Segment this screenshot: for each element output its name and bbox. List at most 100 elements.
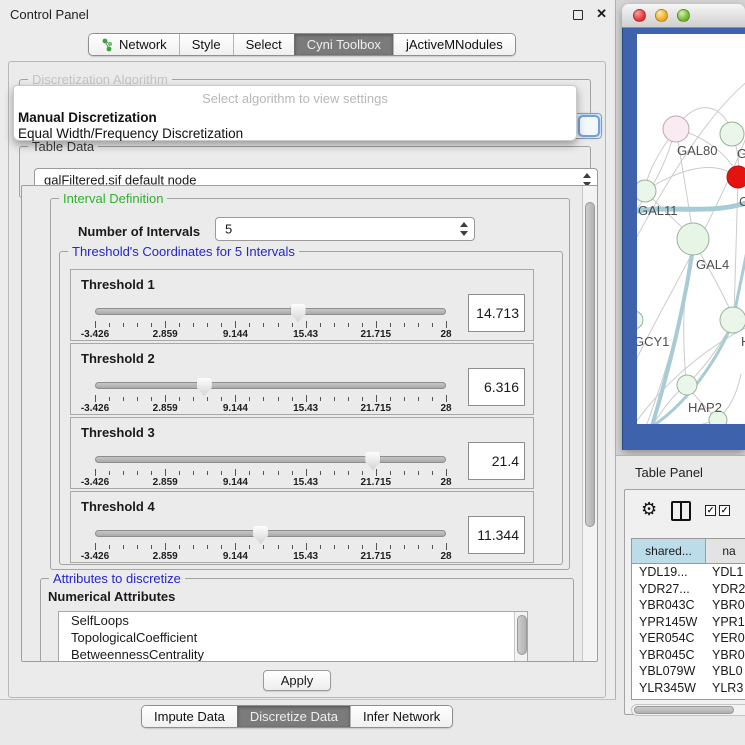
threshold-slider[interactable]: -3.4262.8599.14415.4321.71528 [95,304,446,342]
tab-discretize-data[interactable]: Discretize Data [237,706,350,727]
attributes-list-scrollbar[interactable] [514,612,527,662]
threshold-slider[interactable]: -3.4262.8599.14415.4321.71528 [95,526,446,564]
threshold-label: Threshold 3 [81,425,155,440]
checkbox-icon[interactable]: ✓ [705,505,716,516]
close-icon[interactable]: ✕ [596,6,607,22]
threshold-panel: Threshold 1 -3.4262.8599.14415.4321.71528… [70,269,534,341]
scrollbar-thumb[interactable] [517,615,527,655]
number-of-intervals-combobox[interactable]: 5 [215,217,475,241]
threshold-label: Threshold 1 [81,277,155,292]
slider-thumb[interactable] [253,526,268,544]
gear-icon[interactable]: ⚙ [641,499,657,520]
number-of-intervals-label: Number of Intervals [78,224,200,239]
table-cell: YPR145W [632,614,706,631]
table-row[interactable]: YBR043CYBR0 [632,597,745,614]
settings-vertical-scrollbar[interactable] [582,186,597,661]
attribute-item[interactable]: BetweennessCentrality [59,646,527,662]
table-row[interactable]: YIL052CYIL0 [632,696,745,700]
combobox-stepper-icon[interactable] [458,221,470,237]
network-canvas[interactable]: GAL80GAGAL11CGAL4GCY1HHAP2 [637,34,745,424]
network-node[interactable] [637,311,643,329]
column-header-name[interactable]: na [706,539,745,563]
slider-track[interactable] [95,530,446,537]
table-row[interactable]: YPR145WYPR1 [632,614,745,631]
table-row[interactable]: YER054CYER0 [632,630,745,647]
threshold-value-input[interactable]: 14.713 [468,294,525,332]
attributes-to-discretize-group: Attributes to discretize Numerical Attri… [40,578,574,662]
table-cell: YLR345W [632,680,706,697]
table-row[interactable]: YDR27...YDR2 [632,581,745,598]
tab-cyni-toolbox[interactable]: Cyni Toolbox [294,34,393,55]
algorithm-option-equal-width[interactable]: Equal Width/Frequency Discretization [18,126,572,141]
tab-style[interactable]: Style [179,34,233,55]
table-row[interactable]: YBL079WYBL0 [632,663,745,680]
table-cell: YER0 [706,630,745,647]
slider-thumb[interactable] [365,452,380,470]
network-node[interactable] [663,116,689,142]
threshold-slider[interactable]: -3.4262.8599.14415.4321.71528 [95,378,446,416]
table-row[interactable]: YBR045CYBR0 [632,647,745,664]
algorithm-placeholder: Select algorithm to view settings [14,91,576,106]
table-row[interactable]: YLR345WYLR3 [632,680,745,697]
network-node[interactable] [720,307,745,333]
numerical-attributes-label: Numerical Attributes [48,589,175,604]
tab-jactivemnodules-label: jActiveMNodules [406,34,503,55]
tab-network[interactable]: Network [89,34,179,55]
minimize-traffic-light[interactable] [655,9,668,22]
network-node-label: GAL80 [677,143,717,158]
threshold-slider[interactable]: -3.4262.8599.14415.4321.71528 [95,452,446,490]
slider-ticks [95,321,446,329]
threshold-value-input[interactable]: 11.344 [468,516,525,554]
checkbox-icon[interactable]: ✓ [719,505,730,516]
attribute-item[interactable]: TopologicalCoefficient [59,629,527,646]
tab-select[interactable]: Select [233,34,294,55]
network-node-label: GA [737,146,745,161]
tab-impute-data[interactable]: Impute Data [142,706,237,727]
network-node[interactable] [720,122,744,146]
slider-track[interactable] [95,456,446,463]
window-title: Control Panel [10,7,89,22]
network-icon [101,38,114,52]
scrollbar-thumb[interactable] [585,202,595,527]
table-data-group-title: Table Data [28,139,98,154]
algorithm-option-manual[interactable]: Manual Discretization [18,110,572,125]
network-node[interactable] [677,375,697,395]
tab-network-label: Network [119,34,167,55]
column-header-shared[interactable]: shared... [632,539,706,563]
slider-tick-labels: -3.4262.8599.14415.4321.71528 [95,551,446,563]
attribute-item[interactable]: SelfLoops [59,612,527,629]
threshold-value-input[interactable]: 6.316 [468,368,525,406]
split-table-icon[interactable] [671,501,691,521]
top-tabbar: Network Style Select Cyni Toolbox jActiv… [88,33,516,56]
network-node[interactable] [727,166,745,188]
number-of-intervals-value: 5 [225,222,232,237]
slider-thumb[interactable] [291,304,306,322]
close-traffic-light[interactable] [633,9,646,22]
apply-button[interactable]: Apply [263,670,331,691]
table-cell: YBL0 [706,663,745,680]
network-node[interactable] [677,223,709,255]
threshold-panel: Threshold 2-3.4262.8599.14415.4321.71528… [70,343,534,415]
slider-tick-labels: -3.4262.8599.14415.4321.71528 [95,477,446,489]
table-cell: YIL052C [632,696,706,700]
float-window-icon[interactable] [573,10,583,20]
threshold-value-input[interactable]: 21.4 [468,442,525,480]
settings-scroll-panel: Interval Definition Number of Intervals … [21,185,598,662]
table-horizontal-scrollbar[interactable] [631,704,745,716]
table-cell: YBR0 [706,597,745,614]
table-cell: YDR2 [706,581,745,598]
slider-thumb[interactable] [197,378,212,396]
network-node-label: HAP2 [688,400,722,415]
table-cell: YLR3 [706,680,745,697]
table-row[interactable]: YDL19...YDL1 [632,564,745,581]
tab-infer-network[interactable]: Infer Network [350,706,452,727]
tab-style-label: Style [192,34,221,55]
tab-jactivemnodules[interactable]: jActiveMNodules [393,34,515,55]
algorithm-combobox-stepper[interactable] [578,115,600,137]
threshold-panel: Threshold 3 -3.4262.8599.14415.4321.71528… [70,417,534,489]
slider-track[interactable] [95,308,446,315]
zoom-traffic-light[interactable] [677,9,690,22]
slider-track[interactable] [95,382,446,389]
scrollbar-thumb[interactable] [634,706,734,714]
network-node[interactable] [637,180,656,202]
